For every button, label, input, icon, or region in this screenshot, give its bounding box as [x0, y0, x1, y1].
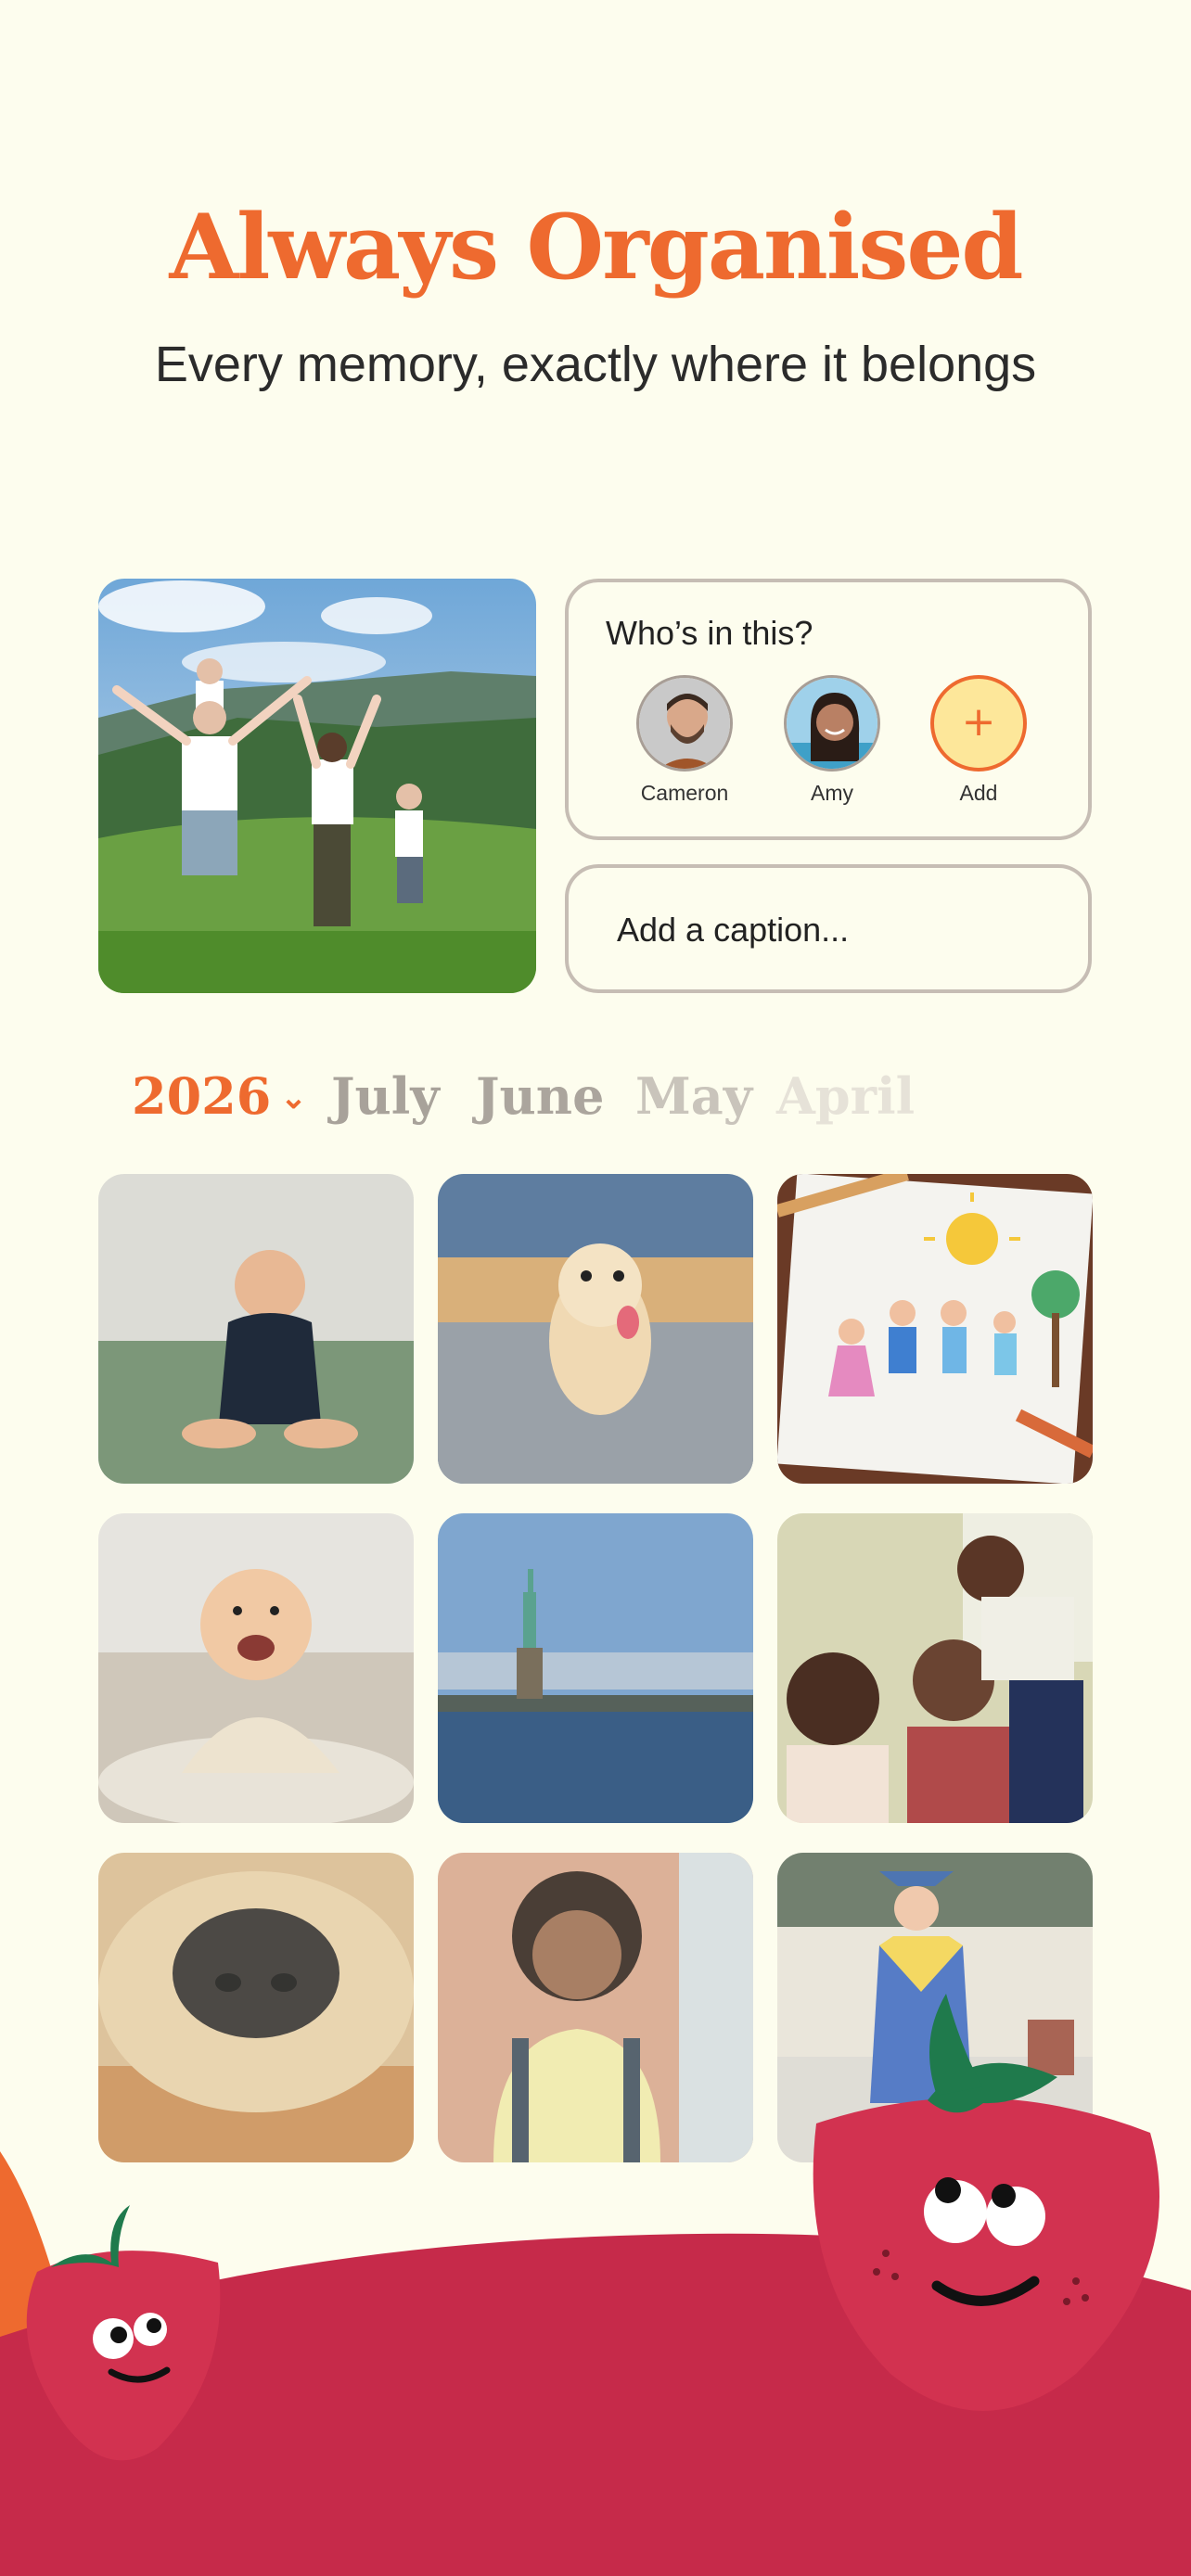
- decorative-strawberry-background: [0, 1994, 1191, 2576]
